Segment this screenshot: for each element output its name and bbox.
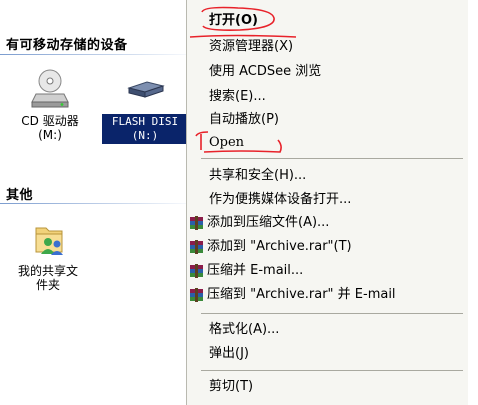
cd-drive-label: CD 驱动器 <box>21 114 79 128</box>
flash-drive-icon <box>127 81 165 98</box>
menu-item-label: 作为便携媒体设备打开... <box>209 192 352 207</box>
menu-item-label: 使用 ACDSee 浏览 <box>209 64 322 79</box>
menu-item-format[interactable]: 格式化(A)... <box>187 319 469 341</box>
shared-folder-item[interactable]: 我的共享文 件夹 <box>6 220 90 292</box>
shared-folder-icon <box>35 227 63 255</box>
menu-item-label: 压缩并 E-mail... <box>207 263 304 278</box>
context-menu: 打开(O) 资源管理器(X) 使用 ACDSee 浏览 搜索(E)... 自动播… <box>186 0 469 405</box>
cd-drive-icon <box>31 69 69 108</box>
menu-item-compress-email[interactable]: 压缩并 E-mail... <box>187 260 469 282</box>
section-divider-other <box>0 203 200 204</box>
menu-item-eject[interactable]: 弹出(J) <box>187 343 469 365</box>
winrar-icon <box>190 264 203 278</box>
menu-separator <box>201 158 463 159</box>
menu-item-label: Open <box>209 135 245 150</box>
flash-drive-item[interactable]: FLASH DISI (N:) <box>102 66 188 144</box>
cd-drive-item[interactable]: CD 驱动器 (M:) <box>8 66 92 142</box>
menu-item-search[interactable]: 搜索(E)... <box>187 86 469 108</box>
menu-item-add-archive-rar[interactable]: 添加到 "Archive.rar"(T) <box>187 236 469 258</box>
menu-item-label: 格式化(A)... <box>209 322 280 337</box>
menu-item-label: 剪切(T) <box>209 379 254 394</box>
menu-item-label: 打开(O) <box>209 13 258 28</box>
shared-folder-label-2: 件夹 <box>35 278 60 292</box>
menu-item-cut[interactable]: 剪切(T) <box>187 376 469 398</box>
menu-item-label: 搜索(E)... <box>209 89 266 104</box>
menu-item-add-archive[interactable]: 添加到压缩文件(A)... <box>187 212 469 234</box>
flash-drive-label: FLASH DISI <box>111 115 179 128</box>
menu-item-explorer[interactable]: 资源管理器(X) <box>187 36 469 58</box>
menu-item-compress-rar-email[interactable]: 压缩到 "Archive.rar" 并 E-mail <box>187 284 469 306</box>
winrar-icon <box>190 216 203 230</box>
menu-item-acdsee[interactable]: 使用 ACDSee 浏览 <box>187 61 469 83</box>
shared-folder-label: 我的共享文 <box>17 264 78 278</box>
section-divider <box>0 54 200 55</box>
menu-item-label: 自动播放(P) <box>209 112 279 127</box>
winrar-icon <box>190 288 203 302</box>
menu-item-label: 添加到压缩文件(A)... <box>207 215 330 230</box>
menu-item-label: 资源管理器(X) <box>209 39 294 54</box>
menu-item-autoplay[interactable]: 自动播放(P) <box>187 109 469 131</box>
removable-devices-header: 有可移动存储的设备 <box>6 38 128 53</box>
menu-item-open-english[interactable]: Open <box>187 132 469 154</box>
menu-item-label: 共享和安全(H)... <box>209 168 307 183</box>
cd-drive-letter: (M:) <box>38 128 62 142</box>
other-header: 其他 <box>6 188 34 203</box>
menu-separator <box>201 370 463 371</box>
flash-drive-letter: (N:) <box>131 129 159 142</box>
menu-item-label: 添加到 "Archive.rar"(T) <box>207 239 352 254</box>
menu-item-sharing[interactable]: 共享和安全(H)... <box>187 165 469 187</box>
winrar-icon <box>190 240 203 254</box>
menu-separator <box>201 313 463 314</box>
menu-item-portable-device[interactable]: 作为便携媒体设备打开... <box>187 189 469 211</box>
menu-item-label: 弹出(J) <box>209 346 249 361</box>
menu-item-open[interactable]: 打开(O) <box>187 10 469 32</box>
menu-item-label: 压缩到 "Archive.rar" 并 E-mail <box>207 287 396 302</box>
